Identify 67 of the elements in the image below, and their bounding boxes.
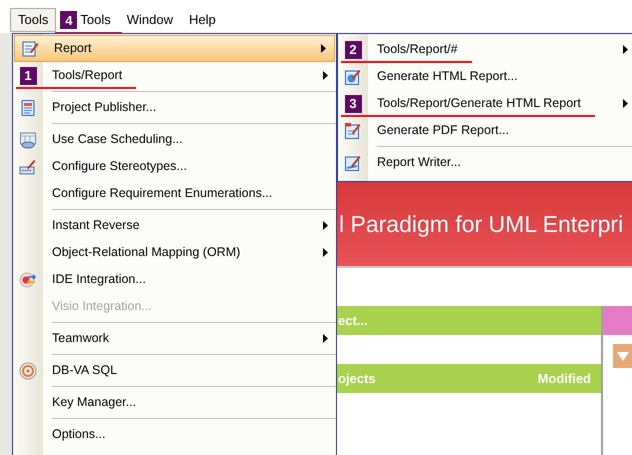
- panel-header: ect...: [337, 306, 601, 335]
- menu-item-label: IDE Integration...: [52, 271, 147, 288]
- pen-tag-icon: [19, 158, 37, 176]
- menu-item-label: Report Writer...: [377, 154, 462, 172]
- menu-item[interactable]: Project Publisher...: [13, 89, 336, 121]
- number-badge: 3: [344, 94, 362, 112]
- menu-bar-item[interactable]: Tools: [10, 8, 56, 32]
- wheel-icon: [19, 362, 37, 380]
- number-badge: 1: [20, 66, 36, 84]
- number-badge: 2: [344, 40, 362, 58]
- menu-item-label: Generate PDF Report...: [377, 122, 510, 140]
- menu-item[interactable]: Configure Requirement Enumerations...: [13, 180, 336, 207]
- submenu-arrow-icon: [623, 45, 628, 54]
- submenu-arrow-icon: [623, 99, 628, 108]
- menu-item[interactable]: IDE Integration...: [13, 266, 336, 293]
- menu-item-label: Visio Integration...: [52, 298, 153, 316]
- menu-item[interactable]: 3 Tools/Report/Generate HTML Report: [338, 90, 632, 117]
- menu-bar-item[interactable]: Window: [118, 8, 181, 32]
- menu-item-label: Project Publisher...: [52, 99, 158, 116]
- menu-item[interactable]: Teamwork: [13, 320, 336, 352]
- menu-item[interactable]: Use Case Scheduling...: [13, 121, 336, 153]
- document-pen-icon: [21, 40, 39, 58]
- menu-item[interactable]: Key Manager...: [13, 384, 336, 416]
- menu-item[interactable]: Configure Stereotypes...: [13, 153, 336, 180]
- menu-item-label: Use Case Scheduling...: [52, 131, 184, 148]
- menu-item-label: DB-VA SQL: [52, 362, 118, 380]
- panel-header: [603, 306, 632, 335]
- banner-title: l Paradigm for UML Enterpri: [338, 210, 624, 239]
- menu-item-label: Options...: [52, 426, 106, 444]
- number-badge: 4: [60, 11, 78, 29]
- document-pen-icon: [344, 154, 362, 172]
- menu-item-label: Configure Requirement Enumerations...: [52, 185, 274, 202]
- globe-pen-icon: [344, 68, 362, 86]
- submenu-arrow-icon: [323, 334, 328, 343]
- menu-item-label: Instant Reverse: [52, 217, 141, 234]
- menu-item-label: Configure Stereotypes...: [52, 158, 188, 176]
- menu-item-label: Object-Relational Mapping (ORM): [52, 244, 242, 262]
- menu-item[interactable]: Report: [14, 35, 335, 62]
- document-pen-icon: [344, 122, 362, 140]
- submenu-arrow-icon: [323, 248, 328, 257]
- menu-item[interactable]: 2 Tools/Report/#: [338, 36, 632, 63]
- menu-item-label: Tools/Report/Generate HTML Report: [377, 94, 623, 113]
- arrows-circle-icon: [19, 270, 37, 288]
- menu-item-label: Report: [54, 40, 93, 58]
- menu-item-label: Tools/Report: [52, 66, 323, 85]
- menu-item-label: Generate HTML Report...: [377, 68, 519, 86]
- menu-item[interactable]: 1 Tools/Report: [13, 62, 336, 89]
- dropdown-button[interactable]: [613, 344, 632, 368]
- column-header: Modified: [538, 370, 591, 388]
- menu-bar-item[interactable]: Help: [180, 8, 224, 32]
- menu-item-label: Teamwork: [52, 330, 110, 348]
- menu-item[interactable]: Generate HTML Report...: [338, 63, 632, 90]
- submenu-arrow-icon: [323, 221, 328, 230]
- menu-item[interactable]: Instant Reverse: [13, 207, 336, 239]
- menu-item[interactable]: Generate PDF Report...: [338, 117, 632, 144]
- caret-icon: [617, 352, 629, 360]
- submenu-arrow-icon: [323, 71, 328, 80]
- menu-item[interactable]: Object-Relational Mapping (ORM): [13, 239, 336, 266]
- menu-item[interactable]: DB-VA SQL: [13, 352, 336, 384]
- calendar-icon: [19, 130, 37, 148]
- document-icon: [19, 98, 37, 116]
- menu-item-label: Tools/Report/#: [377, 40, 623, 59]
- submenu-arrow-icon: [321, 44, 326, 53]
- column-header: ojects: [338, 370, 376, 388]
- menu-item-label: Key Manager...: [52, 394, 138, 412]
- menu-item[interactable]: Options...: [13, 416, 336, 448]
- menu-item[interactable]: Report Writer...: [338, 144, 632, 176]
